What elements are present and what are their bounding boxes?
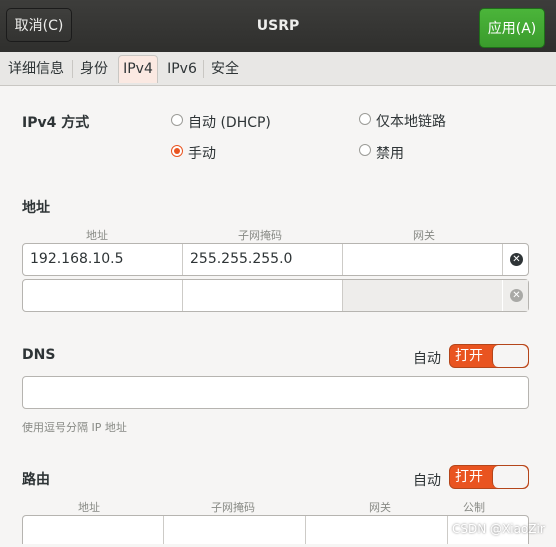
route-netmask-field[interactable] [164, 516, 305, 547]
column-header-netmask: 子网掩码 [211, 501, 255, 514]
tab-details[interactable]: 详细信息 [4, 55, 68, 83]
dns-auto-toggle[interactable]: 打开 [449, 344, 529, 368]
window-title: USRP [256, 18, 300, 34]
toggle-knob [492, 345, 528, 367]
title-bar: 取消(C) USRP 应用(A) [0, 0, 556, 53]
dns-auto-label: 自动 [413, 351, 441, 367]
dns-input-value [23, 377, 528, 408]
column-header-gateway: 网关 [369, 501, 391, 514]
gateway-field[interactable] [343, 244, 502, 275]
routes-auto-label: 自动 [413, 473, 441, 489]
radio-manual[interactable] [171, 145, 183, 157]
radio-disabled[interactable] [359, 144, 371, 156]
column-header-address: 地址 [78, 501, 100, 514]
routes-auto-toggle[interactable]: 打开 [449, 465, 529, 489]
radio-manual-label[interactable]: 手动 [188, 143, 216, 163]
radio-dhcp-label[interactable]: 自动 (DHCP) [188, 112, 271, 132]
cancel-button[interactable]: 取消(C) [6, 8, 72, 42]
toggle-knob [492, 466, 528, 488]
address-row: 192.168.10.5 255.255.255.0 ✕ [22, 243, 529, 276]
dns-label: DNS [22, 347, 56, 363]
radio-disabled-label[interactable]: 禁用 [376, 143, 404, 163]
gateway-field[interactable] [343, 280, 502, 311]
route-address-field[interactable] [23, 516, 163, 547]
toggle-on-label: 打开 [455, 469, 483, 485]
dns-input[interactable] [22, 376, 529, 409]
netmask-field[interactable]: 255.255.255.0 [183, 244, 342, 275]
radio-link-local-label[interactable]: 仅本地链路 [376, 111, 446, 131]
column-header-gateway: 网关 [413, 229, 435, 242]
tab-separator [203, 60, 204, 78]
netmask-field[interactable] [183, 280, 342, 311]
cell-divider [502, 244, 503, 275]
column-header-address: 地址 [86, 229, 108, 242]
watermark: CSDN @XiaoZir [452, 522, 545, 536]
ipv4-method-label: IPv4 方式 [22, 115, 90, 131]
toggle-on-label: 打开 [455, 348, 483, 364]
tab-ipv6[interactable]: IPv6 [163, 55, 201, 83]
address-row-empty: ✕ [22, 279, 529, 312]
delete-row-icon[interactable]: ✕ [510, 253, 523, 266]
apply-button[interactable]: 应用(A) [479, 8, 545, 48]
address-field[interactable] [23, 280, 182, 311]
column-header-metric: 公制 [463, 501, 485, 514]
route-gateway-field[interactable] [306, 516, 447, 547]
dns-hint: 使用逗号分隔 IP 地址 [22, 421, 127, 434]
column-header-netmask: 子网掩码 [238, 229, 282, 242]
address-field[interactable]: 192.168.10.5 [23, 244, 182, 275]
delete-row-icon[interactable]: ✕ [510, 289, 523, 302]
radio-dhcp[interactable] [171, 114, 183, 126]
radio-link-local[interactable] [359, 113, 371, 125]
tab-bar: 详细信息 身份 IPv4 IPv6 安全 [0, 52, 556, 86]
tab-identity[interactable]: 身份 [76, 55, 112, 83]
routes-label: 路由 [22, 472, 50, 488]
tab-separator [72, 60, 73, 78]
tab-ipv4[interactable]: IPv4 [118, 55, 158, 83]
addresses-section-title: 地址 [22, 200, 50, 216]
tab-security[interactable]: 安全 [207, 55, 243, 83]
